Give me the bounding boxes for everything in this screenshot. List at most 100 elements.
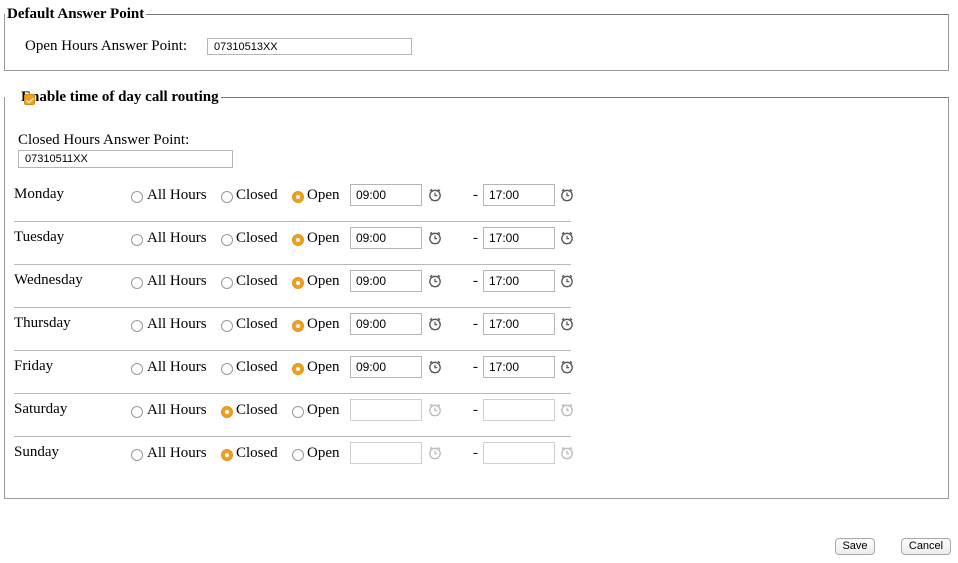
clock-icon[interactable]	[560, 403, 574, 417]
clock-icon[interactable]	[560, 446, 574, 460]
closed-hours-label: Closed Hours Answer Point:	[18, 132, 190, 148]
all-hours-label: All Hours	[147, 230, 207, 246]
clock-icon[interactable]	[560, 360, 574, 374]
start-time-input[interactable]: 09:00	[350, 313, 422, 335]
open-label: Open	[307, 316, 340, 332]
end-time-input[interactable]: 17:00	[483, 270, 555, 292]
time-separator: -	[473, 230, 478, 246]
day-row-monday: Monday All Hours Closed Open 09:00 -17:00	[14, 178, 574, 222]
open-hours-answer-input[interactable]: 07310513XX	[207, 38, 412, 55]
day-row-thursday: Thursday All Hours Closed Open 09:00 -17:00	[14, 307, 574, 351]
day-row-friday: Friday All Hours Closed Open 09:00 -17:00	[14, 350, 574, 394]
day-row-saturday: Saturday All Hours Closed Open -	[14, 393, 574, 437]
all-hours-label: All Hours	[147, 273, 207, 289]
clock-icon[interactable]	[560, 231, 574, 245]
all-hours-radio[interactable]	[131, 320, 143, 332]
open-radio[interactable]	[292, 363, 304, 375]
time-separator: -	[473, 316, 478, 332]
closed-label: Closed	[236, 445, 278, 461]
open-radio[interactable]	[292, 277, 304, 289]
day-label: Sunday	[14, 444, 59, 460]
start-time-input[interactable]: 09:00	[350, 184, 422, 206]
all-hours-radio[interactable]	[131, 363, 143, 375]
clock-icon[interactable]	[428, 188, 442, 202]
all-hours-radio[interactable]	[131, 234, 143, 246]
time-separator: -	[473, 273, 478, 289]
closed-radio[interactable]	[221, 191, 233, 203]
start-time-input[interactable]: 09:00	[350, 227, 422, 249]
open-label: Open	[307, 445, 340, 461]
all-hours-radio[interactable]	[131, 449, 143, 461]
time-routing-legend: Enable time of day call routing	[5, 89, 221, 106]
save-button[interactable]: Save	[835, 538, 875, 555]
time-separator: -	[473, 187, 478, 203]
end-time-input[interactable]	[483, 399, 555, 421]
closed-label: Closed	[236, 273, 278, 289]
all-hours-label: All Hours	[147, 445, 207, 461]
end-time-input[interactable]: 17:00	[483, 227, 555, 249]
time-routing-legend-text: Enable time of day call routing	[21, 89, 219, 105]
closed-label: Closed	[236, 359, 278, 375]
clock-icon[interactable]	[560, 188, 574, 202]
open-radio[interactable]	[292, 234, 304, 246]
end-time-input[interactable]: 17:00	[483, 313, 555, 335]
clock-icon[interactable]	[428, 317, 442, 331]
all-hours-label: All Hours	[147, 402, 207, 418]
open-radio[interactable]	[292, 320, 304, 332]
time-separator: -	[473, 402, 478, 418]
open-label: Open	[307, 230, 340, 246]
open-hours-label: Open Hours Answer Point:	[25, 38, 188, 54]
day-row-sunday: Sunday All Hours Closed Open -	[14, 436, 574, 479]
closed-radio[interactable]	[221, 363, 233, 375]
start-time-input[interactable]: 09:00	[350, 270, 422, 292]
clock-icon[interactable]	[428, 274, 442, 288]
closed-radio[interactable]	[221, 277, 233, 289]
day-label: Friday	[14, 358, 54, 374]
all-hours-label: All Hours	[147, 359, 207, 375]
clock-icon[interactable]	[560, 317, 574, 331]
closed-radio[interactable]	[221, 320, 233, 332]
open-radio[interactable]	[292, 449, 304, 461]
time-separator: -	[473, 359, 478, 375]
closed-label: Closed	[236, 187, 278, 203]
clock-icon[interactable]	[428, 446, 442, 460]
clock-icon[interactable]	[428, 403, 442, 417]
closed-label: Closed	[236, 316, 278, 332]
closed-radio[interactable]	[221, 449, 233, 461]
open-radio[interactable]	[292, 191, 304, 203]
day-label: Monday	[14, 186, 64, 202]
day-label: Wednesday	[14, 272, 83, 288]
closed-label: Closed	[236, 230, 278, 246]
end-time-input[interactable]: 17:00	[483, 356, 555, 378]
all-hours-label: All Hours	[147, 316, 207, 332]
day-label: Thursday	[14, 315, 71, 331]
closed-radio[interactable]	[221, 234, 233, 246]
clock-icon[interactable]	[560, 274, 574, 288]
all-hours-radio[interactable]	[131, 277, 143, 289]
end-time-input[interactable]	[483, 442, 555, 464]
day-label: Saturday	[14, 401, 68, 417]
open-label: Open	[307, 402, 340, 418]
cancel-button[interactable]: Cancel	[901, 538, 951, 555]
closed-hours-answer-input[interactable]: 07310511XX	[18, 150, 233, 168]
open-radio[interactable]	[292, 406, 304, 418]
closed-label: Closed	[236, 402, 278, 418]
open-label: Open	[307, 187, 340, 203]
time-separator: -	[473, 445, 478, 461]
all-hours-label: All Hours	[147, 187, 207, 203]
closed-radio[interactable]	[221, 406, 233, 418]
enable-routing-checkbox[interactable]	[24, 94, 35, 105]
start-time-input[interactable]	[350, 442, 422, 464]
clock-icon[interactable]	[428, 231, 442, 245]
day-row-wednesday: Wednesday All Hours Closed Open 09:00 -17:00	[14, 264, 574, 308]
clock-icon[interactable]	[428, 360, 442, 374]
start-time-input[interactable]: 09:00	[350, 356, 422, 378]
start-time-input[interactable]	[350, 399, 422, 421]
open-label: Open	[307, 273, 340, 289]
day-row-tuesday: Tuesday All Hours Closed Open 09:00 -17:00	[14, 221, 574, 265]
default-answer-legend: Default Answer Point	[7, 6, 145, 22]
all-hours-radio[interactable]	[131, 191, 143, 203]
open-label: Open	[307, 359, 340, 375]
all-hours-radio[interactable]	[131, 406, 143, 418]
end-time-input[interactable]: 17:00	[483, 184, 555, 206]
